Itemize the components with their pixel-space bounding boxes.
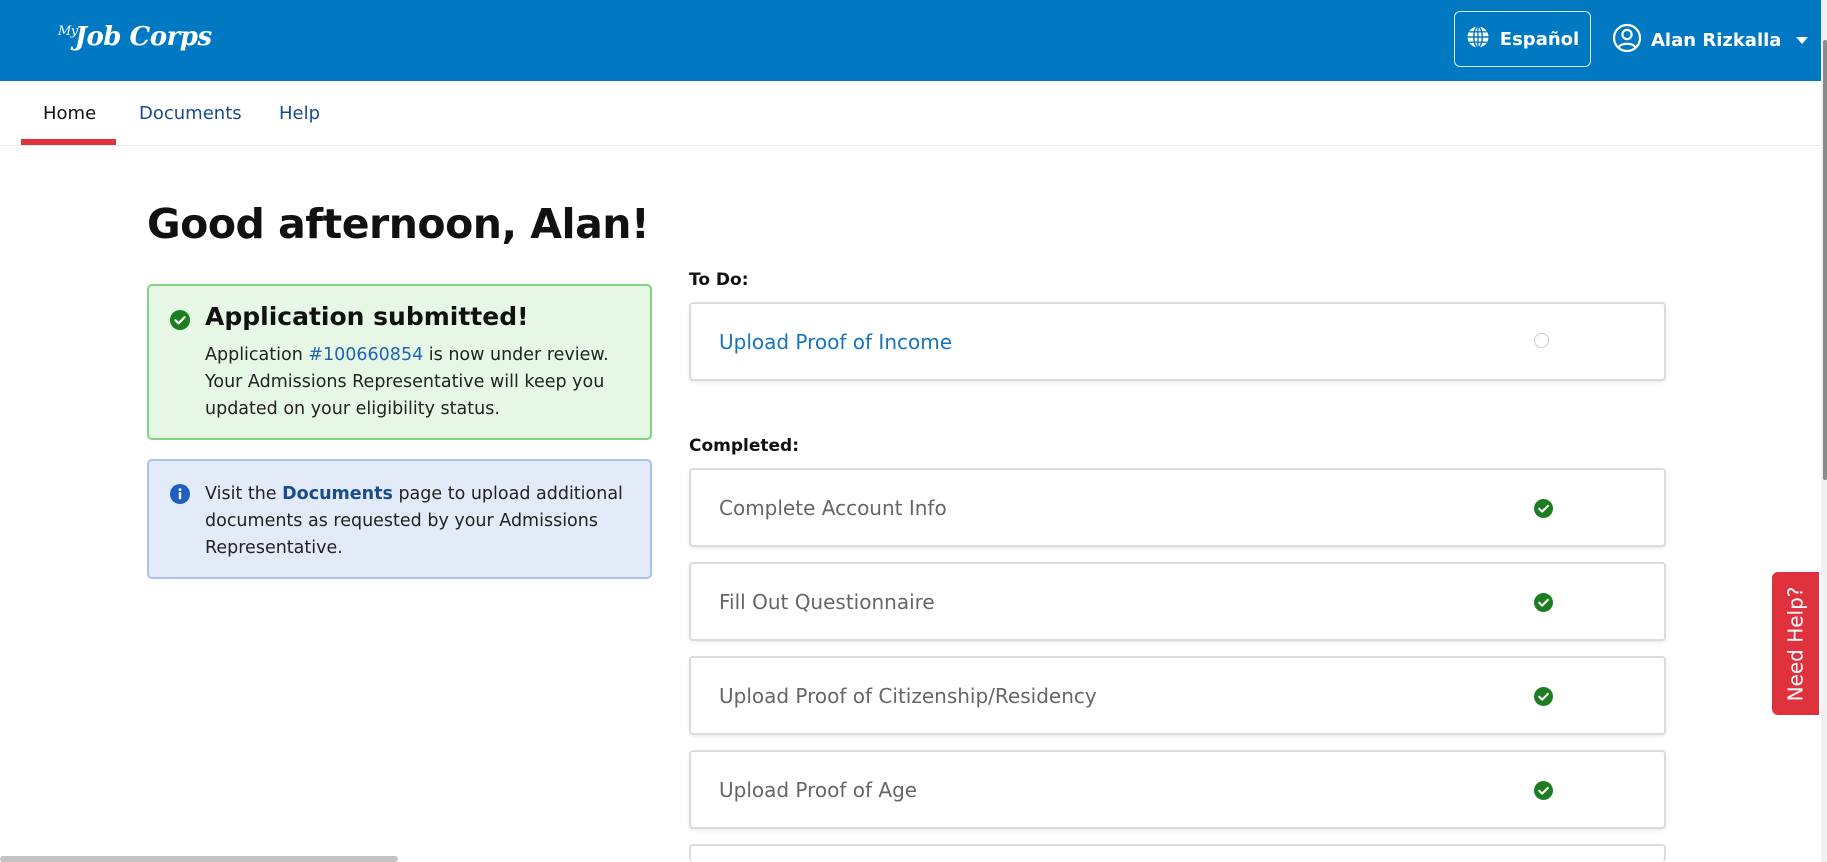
task-label: Fill Out Questionnaire <box>719 590 935 614</box>
todo-heading: To Do: <box>689 270 749 290</box>
check-circle-icon <box>1534 593 1553 616</box>
alert-title: Application submitted! <box>205 302 529 331</box>
task-label: Complete Account Info <box>719 496 947 520</box>
alert-body: Application #100660854 is now under revi… <box>205 345 609 419</box>
application-number-link[interactable]: #100660854 <box>308 345 423 365</box>
horizontal-scrollbar-thumb[interactable] <box>0 856 398 862</box>
user-name: Alan Rizkalla <box>1651 29 1782 51</box>
task-label: Upload Proof of Age <box>719 778 918 802</box>
chevron-down-icon <box>1796 36 1809 44</box>
active-tab-indicator <box>21 139 116 145</box>
task-upload-proof-of-citizenship[interactable]: Upload Proof of Citizenship/Residency <box>689 656 1666 735</box>
need-help-label: Need Help? <box>1783 586 1808 701</box>
job-corps-logo[interactable]: MyJob Corps <box>58 22 212 52</box>
task-complete-account-info[interactable]: Complete Account Info <box>689 468 1666 547</box>
language-toggle-button[interactable]: Español <box>1454 11 1591 67</box>
info-text: Visit the Documents page to upload addit… <box>205 484 623 558</box>
top-header: MyJob Corps Español Alan Rizkalla <box>0 0 1821 81</box>
main-nav: Home Documents Help <box>0 81 1821 146</box>
tab-documents[interactable]: Documents <box>139 81 242 145</box>
documents-link[interactable]: Documents <box>282 484 393 504</box>
task-upload-proof-of-income[interactable]: Upload Proof of Income <box>689 302 1666 381</box>
task-fill-out-questionnaire[interactable]: Fill Out Questionnaire <box>689 562 1666 641</box>
documents-info-alert: Visit the Documents page to upload addit… <box>147 459 652 579</box>
check-circle-icon <box>1534 499 1553 522</box>
task-label: Upload Proof of Citizenship/Residency <box>719 684 1097 708</box>
tab-home[interactable]: Home <box>43 81 96 145</box>
tab-help[interactable]: Help <box>279 81 320 145</box>
user-menu[interactable]: Alan Rizkalla <box>1612 20 1809 60</box>
check-circle-icon <box>170 310 190 334</box>
task-label[interactable]: Upload Proof of Income <box>719 330 952 354</box>
application-submitted-alert: Application submitted! Application #1006… <box>147 284 652 440</box>
info-icon <box>170 484 190 508</box>
task-card-partial[interactable] <box>689 844 1666 862</box>
check-circle-icon <box>1534 687 1553 710</box>
need-help-button[interactable]: Need Help? <box>1772 572 1819 715</box>
globe-icon <box>1466 25 1490 54</box>
completed-heading: Completed: <box>689 436 800 456</box>
page-title: Good afternoon, Alan! <box>147 200 650 248</box>
empty-circle-icon <box>1534 333 1549 348</box>
user-circle-icon <box>1612 23 1642 58</box>
check-circle-icon <box>1534 781 1553 804</box>
language-label: Español <box>1499 28 1580 50</box>
vertical-scrollbar-thumb[interactable] <box>1823 40 1827 480</box>
task-upload-proof-of-age[interactable]: Upload Proof of Age <box>689 750 1666 829</box>
